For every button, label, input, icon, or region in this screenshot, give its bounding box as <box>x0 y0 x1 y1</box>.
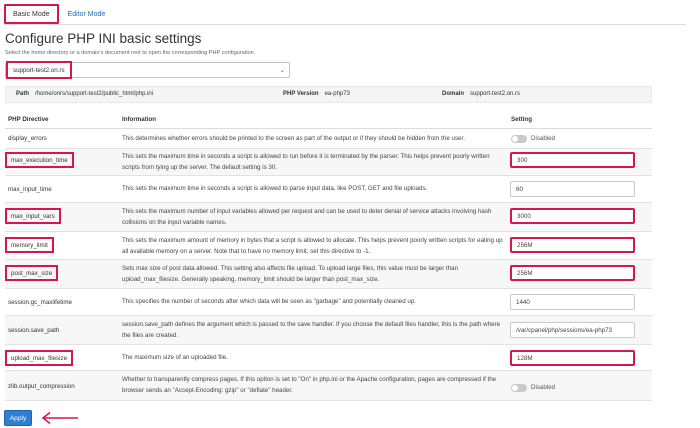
chevron-down-icon: ⌄ <box>279 67 285 74</box>
directive-info: Sets max size of post data allowed. This… <box>122 265 459 283</box>
directive-info: This sets the maximum amount of memory i… <box>122 237 503 255</box>
post-max-size-input[interactable]: 256M <box>510 265 635 281</box>
table-row: display_errors This determines whether e… <box>5 129 652 149</box>
directive-name: max_input_vars <box>5 208 61 224</box>
session-save-path-input[interactable]: /var/cpanel/php/sessions/ea-php73 <box>510 322 635 338</box>
memory-limit-input[interactable]: 256M <box>510 237 635 253</box>
table-row: post_max_size Sets max size of post data… <box>5 260 652 289</box>
table-row: memory_limit This sets the maximum amoun… <box>5 232 652 260</box>
path-value: /home/onrs/support-test2/public_html/php… <box>35 91 154 97</box>
php-info-bar: Path/home/onrs/support-test2/public_html… <box>5 86 652 103</box>
upload-max-filesize-input[interactable]: 128M <box>510 350 635 366</box>
page-subtitle: Select the home directory or a domain's … <box>5 50 256 56</box>
session-gc-maxlifetime-input[interactable]: 1440 <box>510 294 635 310</box>
toggle-label: Disabled <box>531 135 556 142</box>
directive-name: max_execution_time <box>5 152 74 168</box>
max-execution-time-input[interactable]: 300 <box>510 152 635 168</box>
php-version-value: ea-php73 <box>324 91 350 97</box>
directive-info: session.save_path defines the argument w… <box>122 321 501 339</box>
table-row: max_execution_time This sets the maximum… <box>5 149 652 176</box>
page-title: Configure PHP INI basic settings <box>5 31 202 46</box>
directive-info: This sets the maximum number of input va… <box>122 208 492 226</box>
column-header-setting: Setting <box>511 116 532 123</box>
directive-info: This sets the maximum time in seconds a … <box>122 185 428 192</box>
column-header-directive: PHP Directive <box>8 116 49 123</box>
domain-select[interactable]: support-test2.on.rs ⌄ <box>5 61 290 79</box>
display-errors-toggle[interactable] <box>511 135 527 143</box>
table-row: session.save_path session.save_path defi… <box>5 316 652 345</box>
directive-info: The maximum size of an uploaded file. <box>122 354 228 361</box>
path-label: Path <box>16 91 30 97</box>
domain-select-value: support-test2.on.rs <box>6 61 72 79</box>
directive-name: post_max_size <box>5 265 59 281</box>
table-row: max_input_time This sets the maximum tim… <box>5 176 652 203</box>
directive-info: This determines whether errors should be… <box>122 135 465 142</box>
directive-name: session.gc_maxlifetime <box>8 299 72 306</box>
directive-info: Whether to transparently compress pages.… <box>122 376 497 394</box>
apply-button[interactable]: Apply <box>4 410 32 426</box>
domain-label: Domain <box>442 91 465 97</box>
toggle-label: Disabled <box>531 384 556 391</box>
php-version-label: PHP Version <box>283 91 319 97</box>
table-row: upload_max_filesize The maximum size of … <box>5 345 652 371</box>
mode-tabs: Basic Mode Editor Mode <box>4 4 112 24</box>
directive-info: This sets the maximum time in seconds a … <box>122 153 490 171</box>
column-header-information: Information <box>122 116 157 123</box>
tab-editor-mode[interactable]: Editor Mode <box>61 4 113 24</box>
directive-name: memory_limit <box>5 237 54 253</box>
table-row: zlib.output_compression Whether to trans… <box>5 371 652 401</box>
table-row: session.gc_maxlifetime This specifies th… <box>5 289 652 316</box>
directive-info: This specifies the number of seconds aft… <box>122 298 417 305</box>
tab-basic-mode[interactable]: Basic Mode <box>4 4 59 24</box>
table-header: PHP Directive Information Setting <box>5 112 652 129</box>
domain-value: support-test2.on.rs <box>470 91 521 97</box>
zlib-output-compression-toggle[interactable] <box>511 384 527 392</box>
table-row: max_input_vars This sets the maximum num… <box>5 203 652 232</box>
tabs-divider <box>4 24 686 25</box>
directive-name: zlib.output_compression <box>8 383 75 390</box>
directive-name: max_input_time <box>8 186 52 193</box>
directive-name: display_errors <box>8 135 47 142</box>
directive-name: upload_max_filesize <box>5 350 74 366</box>
arrow-left-icon <box>41 411 78 425</box>
max-input-vars-input[interactable]: 3000 <box>510 208 635 224</box>
directive-name: session.save_path <box>8 327 60 334</box>
max-input-time-input[interactable]: 60 <box>510 181 635 197</box>
